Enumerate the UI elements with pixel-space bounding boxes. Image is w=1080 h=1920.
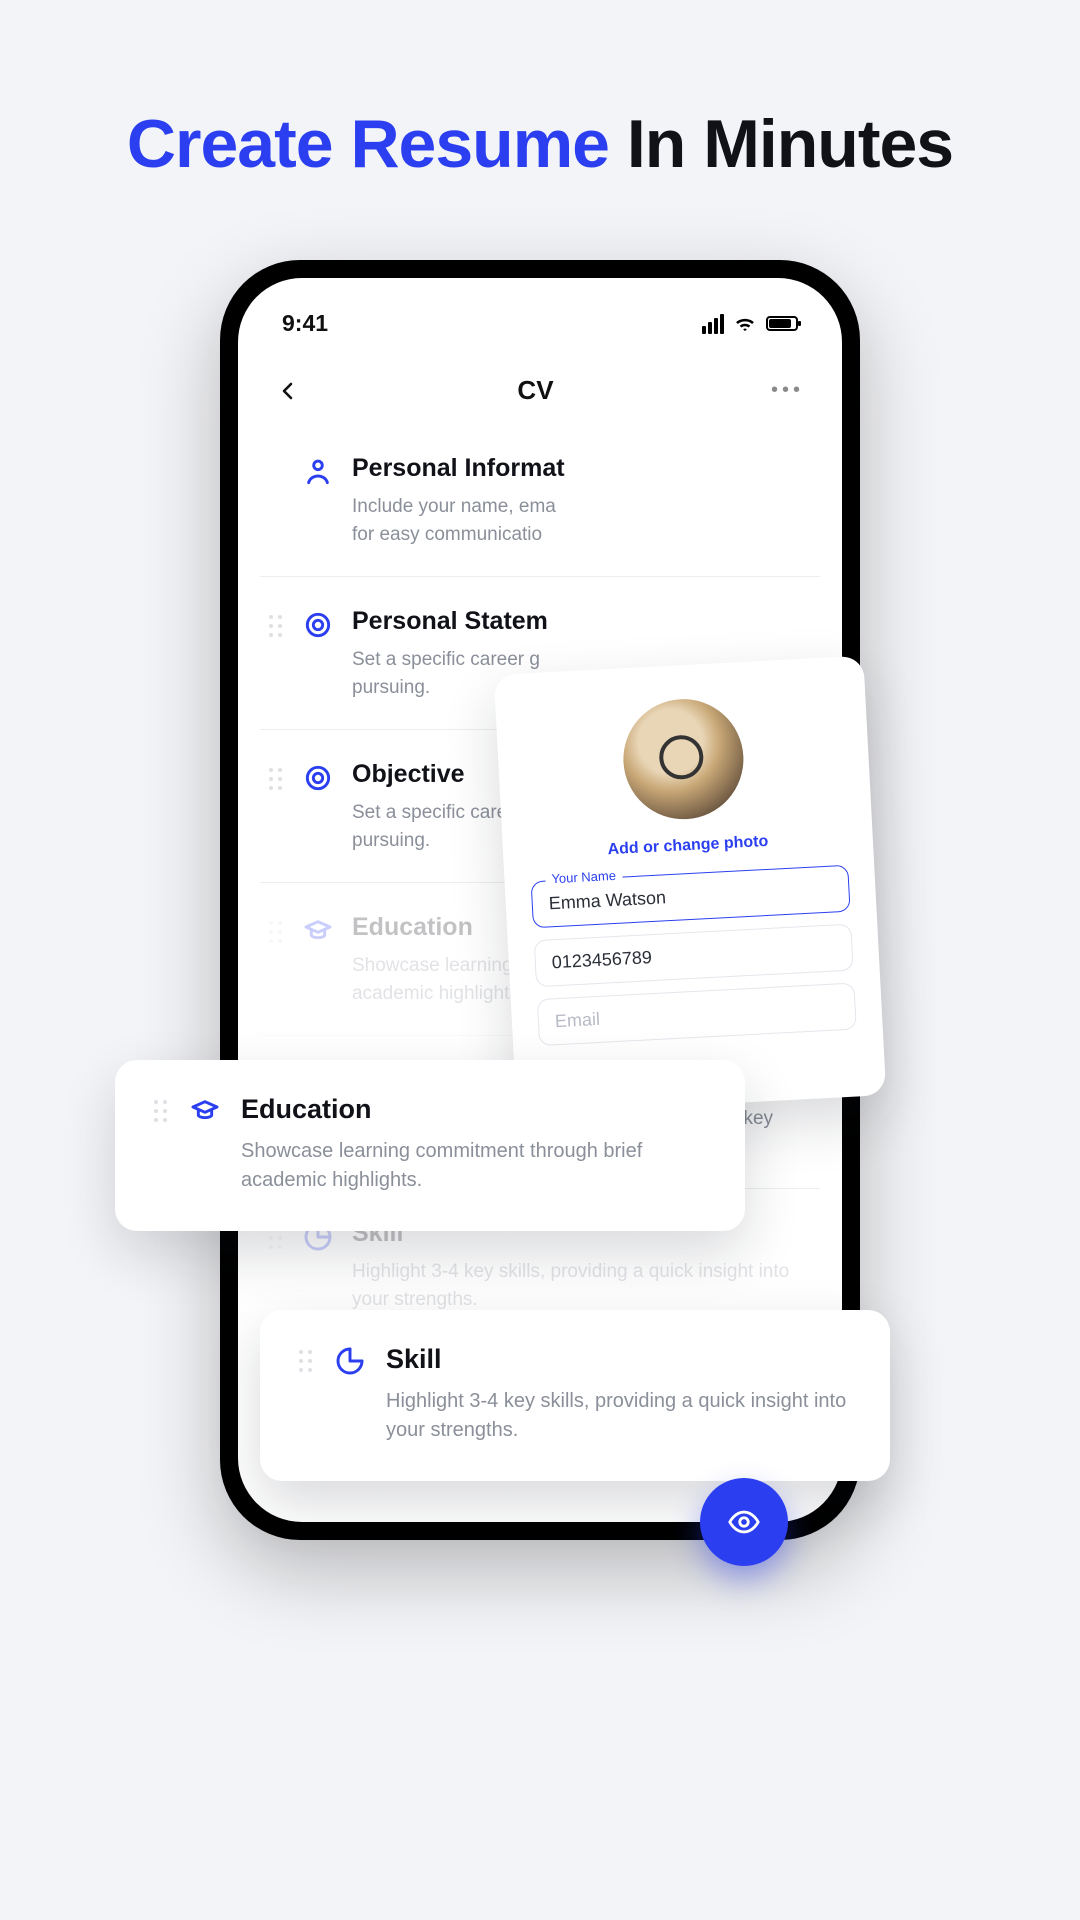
- graduation-icon: [189, 1095, 221, 1127]
- education-card[interactable]: Education Showcase learning commitment t…: [115, 1060, 745, 1231]
- drag-handle-icon[interactable]: [266, 1227, 284, 1313]
- name-field[interactable]: Your Name Emma Watson: [531, 865, 851, 929]
- graduation-icon: [302, 915, 334, 947]
- drag-handle-icon[interactable]: [296, 1350, 314, 1445]
- drag-handle-icon[interactable]: [266, 921, 284, 1007]
- section-personal-info[interactable]: Personal Informat Include your name, ema…: [260, 424, 820, 577]
- avatar[interactable]: [620, 696, 746, 822]
- add-photo-link[interactable]: Add or change photo: [529, 829, 848, 864]
- more-icon[interactable]: •••: [771, 379, 804, 402]
- email-field[interactable]: Email: [537, 983, 857, 1047]
- personal-info-card: Add or change photo Your Name Emma Watso…: [494, 656, 887, 1115]
- preview-fab[interactable]: [700, 1478, 788, 1566]
- section-desc: Include your name, ema for easy communic…: [352, 493, 814, 548]
- hero-title: Create Resume In Minutes: [0, 105, 1080, 183]
- card-desc: Showcase learning commitment through bri…: [241, 1137, 709, 1195]
- back-icon[interactable]: [276, 379, 300, 403]
- wifi-icon: [734, 316, 756, 332]
- person-icon: [302, 456, 334, 488]
- eye-icon: [727, 1505, 761, 1539]
- chart-icon: [334, 1345, 366, 1377]
- section-title: Personal Statem: [352, 607, 814, 636]
- cellular-icon: [702, 314, 724, 334]
- battery-icon: [766, 316, 798, 331]
- drag-handle-icon[interactable]: [266, 768, 284, 854]
- status-time: 9:41: [282, 310, 328, 337]
- drag-handle-icon[interactable]: [151, 1100, 169, 1195]
- page-title: CV: [517, 375, 553, 406]
- section-title: Personal Informat: [352, 454, 814, 483]
- card-title: Education: [241, 1094, 709, 1125]
- target-icon: [302, 609, 334, 641]
- skill-card[interactable]: Skill Highlight 3-4 key skills, providin…: [260, 1310, 890, 1481]
- card-title: Skill: [386, 1344, 854, 1375]
- name-value: Emma Watson: [548, 887, 666, 913]
- section-desc: Highlight 3-4 key skills, providing a qu…: [352, 1258, 814, 1313]
- phone-field[interactable]: 0123456789: [534, 924, 854, 988]
- target-icon: [302, 762, 334, 794]
- name-legend: Your Name: [545, 868, 622, 887]
- status-bar: 9:41: [238, 278, 842, 345]
- drag-handle-icon[interactable]: [266, 615, 284, 701]
- card-desc: Highlight 3-4 key skills, providing a qu…: [386, 1387, 854, 1445]
